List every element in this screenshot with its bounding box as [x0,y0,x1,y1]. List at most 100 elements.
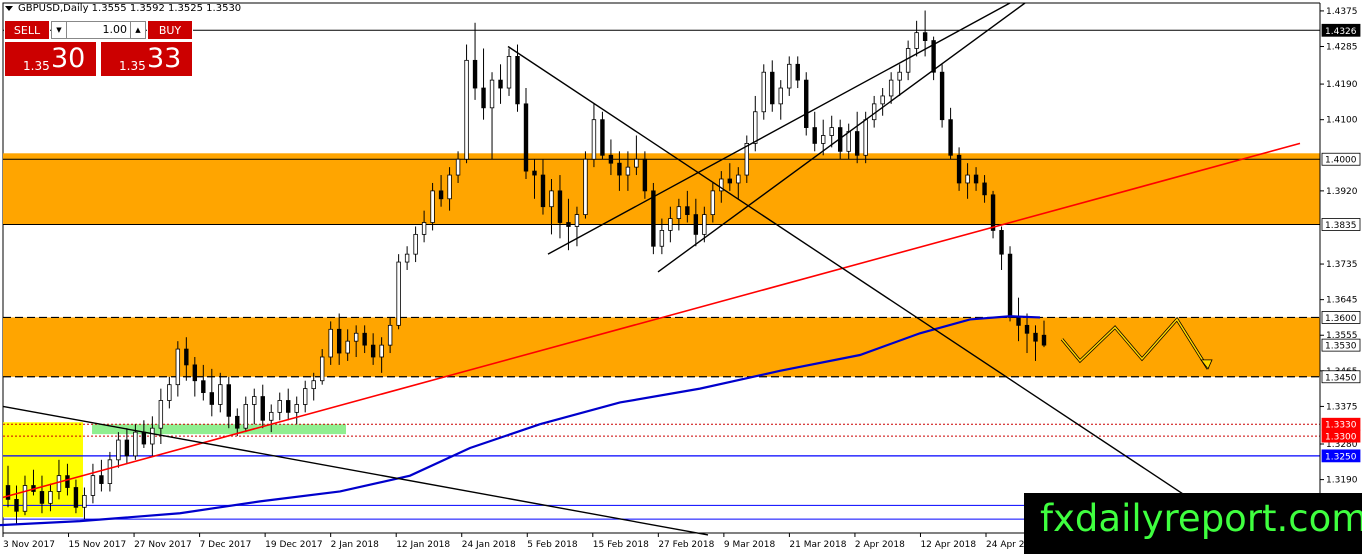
sell-button[interactable]: SELL [4,20,50,40]
candle-body [311,380,316,390]
candle-body [854,131,860,156]
x-tick-label: 15 Nov 2017 [69,540,127,550]
buy-button[interactable]: BUY [147,20,193,40]
level-tag-label: 1.3530 [1325,342,1357,352]
x-tick-label: 12 Apr 2018 [920,540,976,550]
y-tick-label: 1.3645 [1326,296,1358,306]
candle-body [795,63,800,81]
candle-body [498,79,503,89]
x-tick-label: 9 Mar 2018 [724,540,776,550]
candle-body [1033,332,1038,342]
x-tick-label: 27 Nov 2017 [134,540,192,550]
buy-price-pips: 33 [147,43,182,74]
candle-body [668,218,673,231]
candle-body [829,127,834,136]
zone-resistance [3,153,1320,225]
candle-body [888,79,894,97]
candle-body [421,222,427,235]
price-chart[interactable]: 1.4375 1.4285 1.4190 1.4100 1.3920 1.3735 1.36… [0,0,1362,554]
sell-price-pips: 30 [51,43,86,74]
candle-body [990,194,996,231]
candle-body [634,158,639,168]
candle-body [651,190,656,247]
candle-body [116,439,121,461]
candle-body [770,71,775,105]
candle-body [22,485,28,512]
x-tick-label: 2 Jan 2018 [331,540,379,550]
candle-body [608,154,614,164]
candle-body [540,174,546,208]
watermark-box: fxdailyreport.com [1024,493,1362,554]
candle-body [693,214,699,235]
candle-body [532,170,537,176]
candle-body [897,71,902,81]
candle-body [184,348,189,366]
candle-body [506,55,512,89]
candle-body [982,182,987,196]
candle-body [710,190,716,216]
y-tick-label: 1.4285 [1326,43,1358,53]
candle-body [804,79,809,128]
level-tag-label: 1.3835 [1325,221,1357,231]
symbol-menu-icon[interactable] [5,6,13,11]
candle-body [1024,324,1030,334]
candle-body [133,431,138,457]
candle-body [778,87,783,105]
lot-decrease-icon[interactable]: ▼ [52,22,67,38]
lot-size-field[interactable]: ▼ 1.00 ▲ [51,21,146,39]
candle-body [430,190,435,223]
candle-body [914,32,919,49]
candle-body [209,392,215,405]
candle-body [761,71,766,113]
candle-body [201,380,206,393]
candle-body [812,127,817,144]
candle-body [387,324,393,346]
buy-price-button[interactable]: 1.35 33 [100,41,193,77]
candle-body [303,388,308,405]
level-tag-label: 1.3330 [1325,421,1357,431]
candle-body [167,384,172,401]
candle-body [557,190,563,223]
candle-body [642,158,648,192]
candle-body [5,485,11,500]
candle-body [404,253,410,263]
candle-body [905,48,911,73]
x-tick-label: 2 Apr 2018 [855,540,905,550]
level-tag-label: 1.3250 [1325,452,1357,462]
candle-body [82,495,87,508]
candle-body [846,131,851,152]
candle-body [175,348,181,386]
candle-body [1016,317,1021,326]
chart-title: GBPUSD,Daily 1.3555 1.3592 1.3525 1.3530 [18,3,242,14]
candle-body [328,328,333,358]
lot-increase-icon[interactable]: ▲ [130,22,145,38]
candle-body [965,174,970,184]
candle-body [549,190,554,208]
candle-body [455,158,461,176]
lot-size-value[interactable]: 1.00 [70,22,128,38]
level-tag-label: 1.4326 [1325,27,1357,37]
x-tick-label: 27 Feb 2018 [658,540,714,550]
y-tick-label: 1.4100 [1326,116,1358,126]
candle-body [939,71,945,121]
candle-body [319,356,325,382]
candle-body [277,400,282,413]
candle-body [736,174,741,184]
x-tick-label: 12 Jan 2018 [396,540,450,550]
candle-body [659,230,665,247]
candle-body [65,475,70,488]
candle-body [286,400,291,413]
candle-body [625,166,631,176]
one-click-trading-panel: SELL ▼ 1.00 ▲ BUY 1.35 30 1.35 33 [4,20,193,77]
candle-body [617,162,622,176]
candle-body [481,87,486,109]
candle-body [294,404,299,413]
candle-body [218,384,223,405]
level-tag-label: 1.4000 [1325,156,1357,166]
candle-body [566,222,571,227]
x-tick-label: 15 Feb 2018 [593,540,649,550]
candle-body [880,95,885,105]
candle-body [243,404,248,429]
candle-body [863,119,868,156]
sell-price-button[interactable]: 1.35 30 [4,41,97,77]
